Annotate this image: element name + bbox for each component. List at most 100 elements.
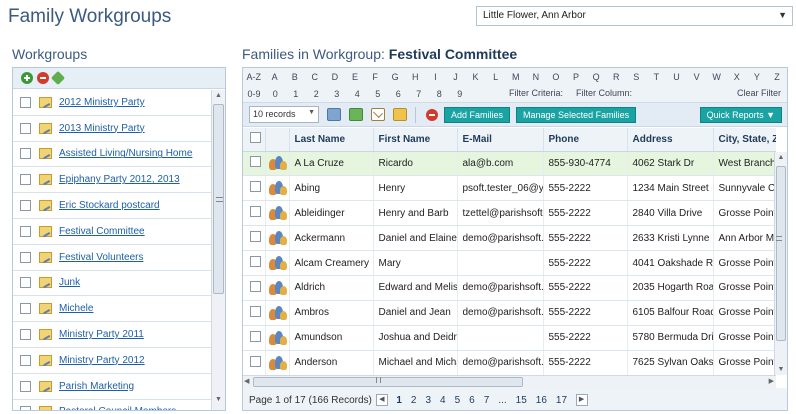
alpha-filter-b[interactable]: B: [285, 72, 305, 82]
workgroup-checkbox[interactable]: [20, 174, 31, 186]
add-families-button[interactable]: Add Families: [444, 106, 511, 123]
workgroup-link[interactable]: Ministry Party 2012: [59, 355, 145, 366]
table-row[interactable]: Ableidinger Henry and Barb tzettel@parishs…: [243, 200, 776, 227]
workgroup-link[interactable]: Junk: [59, 277, 80, 288]
table-row[interactable]: AldrichEdward and Melissademo@parishsoft…: [243, 275, 776, 301]
workgroup-link[interactable]: Assisted Living/Nursing Home: [59, 148, 192, 159]
next-page-icon[interactable]: ▶: [575, 394, 588, 406]
digit-filter-7[interactable]: 7: [409, 89, 430, 99]
digit-filter-6[interactable]: 6: [388, 89, 409, 99]
scroll-left-icon[interactable]: ◀: [244, 377, 249, 385]
row-checkbox[interactable]: [250, 156, 261, 168]
workgroup-edit-icon[interactable]: [39, 225, 52, 237]
email-icon[interactable]: [371, 108, 385, 121]
workgroup-link[interactable]: Parish Marketing: [59, 381, 134, 392]
digit-filter-9[interactable]: 9: [450, 89, 471, 99]
family-icon[interactable]: [268, 156, 287, 171]
family-icon[interactable]: [268, 181, 287, 196]
table-row[interactable]: Amundson Joshua and Deidre 555-2222 5780 Be…: [243, 325, 776, 351]
table-row[interactable]: AndersonMichael and Michaelademo@parishs…: [243, 350, 776, 375]
alpha-filter-u[interactable]: U: [666, 72, 686, 82]
workgroup-edit-icon[interactable]: [39, 303, 52, 315]
export-icon[interactable]: [327, 108, 341, 121]
row-checkbox[interactable]: [250, 256, 261, 267]
link-icon[interactable]: [50, 70, 66, 86]
remove-icon[interactable]: [37, 72, 49, 84]
scroll-right-icon[interactable]: ▶: [769, 377, 774, 385]
page-link[interactable]: 16: [536, 395, 547, 406]
page-link[interactable]: 2: [411, 395, 417, 406]
parish-select[interactable]: Little Flower, Ann Arbor ▼: [476, 6, 793, 26]
workgroup-item[interactable]: Junk: [13, 271, 211, 297]
digit-filter-3[interactable]: 3: [327, 89, 348, 99]
digit-filter-0[interactable]: 0: [265, 89, 286, 99]
family-icon[interactable]: [268, 330, 287, 345]
alpha-filter-k[interactable]: K: [466, 72, 486, 82]
prev-page-icon[interactable]: ◀: [375, 394, 388, 406]
workgroup-edit-icon[interactable]: [39, 122, 52, 134]
scroll-up-icon[interactable]: ▲: [775, 154, 787, 161]
workgroup-edit-icon[interactable]: [39, 96, 52, 108]
refresh-icon[interactable]: [349, 108, 363, 121]
alpha-filter-j[interactable]: J: [445, 72, 465, 82]
scroll-down-icon[interactable]: ▼: [212, 396, 225, 408]
row-checkbox[interactable]: [250, 355, 261, 367]
grid-horizontal-scrollbar[interactable]: ◀ ▶: [243, 375, 776, 388]
workgroup-edit-icon[interactable]: [39, 251, 52, 263]
row-checkbox[interactable]: [250, 280, 261, 292]
workgroup-edit-icon[interactable]: [39, 354, 52, 366]
family-icon[interactable]: [268, 256, 287, 270]
alpha-filter-t[interactable]: T: [646, 72, 666, 82]
digit-filter-5[interactable]: 5: [368, 89, 389, 99]
alpha-filter-f[interactable]: F: [365, 72, 385, 82]
row-checkbox[interactable]: [250, 231, 261, 243]
column-header-last-name[interactable]: Last Name: [289, 128, 374, 152]
clear-filter-link[interactable]: Clear Filter: [737, 88, 781, 98]
add-icon[interactable]: [21, 72, 33, 84]
workgroup-item[interactable]: Pastoral Council Members: [13, 400, 211, 410]
digit-filter-4[interactable]: 4: [347, 89, 368, 99]
chevron-down-icon[interactable]: ▼: [778, 10, 787, 20]
workgroup-link[interactable]: Epiphany Party 2012, 2013: [59, 174, 180, 185]
column-header-first-name[interactable]: First Name: [373, 128, 458, 152]
alpha-filter-w[interactable]: W: [707, 72, 727, 82]
alpha-filter-p[interactable]: P: [566, 72, 586, 82]
delete-icon[interactable]: [426, 108, 438, 121]
alpha-filter-v[interactable]: V: [687, 72, 707, 82]
workgroup-link[interactable]: Michele: [59, 303, 93, 314]
workgroup-item[interactable]: 2013 Ministry Party: [13, 116, 211, 142]
workgroup-checkbox[interactable]: [20, 354, 31, 366]
workgroup-checkbox[interactable]: [20, 329, 31, 341]
workgroup-edit-icon[interactable]: [39, 380, 52, 392]
scroll-down-icon[interactable]: ▼: [775, 366, 787, 373]
alpha-filter-o[interactable]: O: [546, 72, 566, 82]
records-per-page-select[interactable]: 10 records ▼: [249, 106, 319, 123]
workgroup-edit-icon[interactable]: [39, 406, 52, 410]
workgroup-edit-icon[interactable]: [39, 277, 52, 289]
row-checkbox[interactable]: [250, 206, 261, 218]
workgroup-item[interactable]: Festival Volunteers: [13, 245, 211, 271]
scroll-thumb[interactable]: [253, 377, 523, 387]
alpha-filter-d[interactable]: D: [325, 72, 345, 82]
alpha-filter-e[interactable]: E: [345, 72, 365, 82]
workgroup-edit-icon[interactable]: [39, 148, 52, 160]
alpha-filter-z[interactable]: Z: [767, 72, 787, 82]
alpha-filter-q[interactable]: Q: [586, 72, 606, 82]
column-header-address[interactable]: Address: [627, 128, 714, 152]
workgroup-checkbox[interactable]: [20, 122, 31, 134]
column-header-city-state-zip[interactable]: City, State, Zip: [713, 128, 776, 152]
workgroup-item[interactable]: Eric Stockard postcard: [13, 193, 211, 219]
workgroup-checkbox[interactable]: [20, 225, 31, 237]
page-link[interactable]: 5: [455, 395, 461, 406]
workgroup-checkbox[interactable]: [20, 148, 31, 160]
family-icon[interactable]: [268, 231, 287, 246]
alpha-filter-x[interactable]: X: [727, 72, 747, 82]
row-checkbox[interactable]: [250, 305, 261, 317]
family-icon[interactable]: [268, 305, 287, 320]
workgroup-edit-icon[interactable]: [39, 174, 52, 186]
row-checkbox[interactable]: [250, 330, 261, 342]
page-link[interactable]: 17: [556, 395, 567, 406]
workgroup-edit-icon[interactable]: [39, 329, 52, 341]
workgroup-item[interactable]: Festival Committee: [13, 219, 211, 245]
page-link[interactable]: 1: [396, 395, 402, 406]
